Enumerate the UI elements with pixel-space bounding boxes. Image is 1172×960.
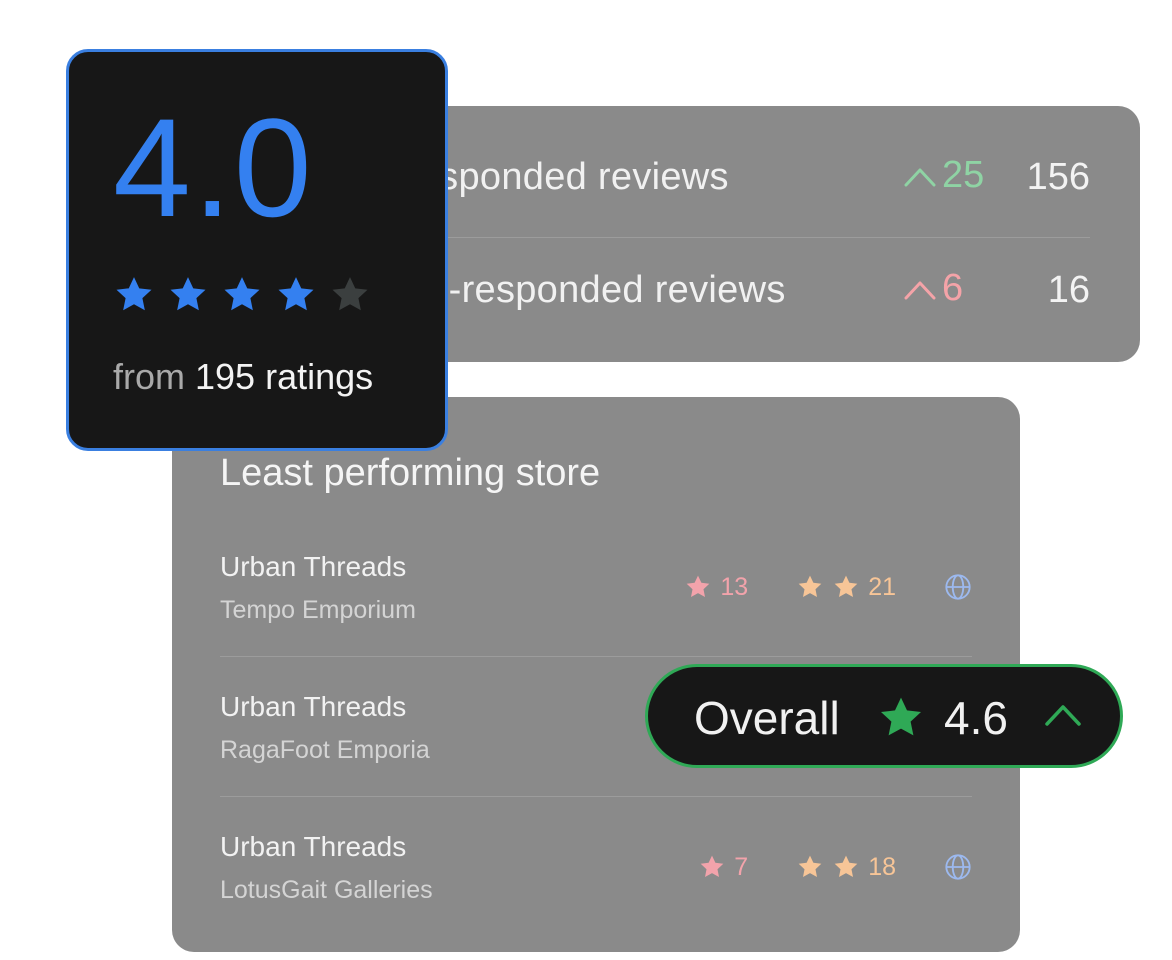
store-location: LotusGait Galleries	[220, 876, 433, 904]
review-label: Non-responded reviews	[400, 269, 786, 311]
two-star-value: 18	[868, 852, 896, 881]
chevron-up-icon	[904, 281, 936, 299]
one-star-value: 13	[720, 572, 749, 601]
review-delta-value: 25	[942, 154, 985, 196]
chevron-up-icon	[904, 168, 936, 186]
star-icon	[700, 855, 724, 878]
review-row-non-responded[interactable]: Non-responded reviews 6 16	[400, 233, 1090, 349]
panel-title: Least performing store	[220, 452, 601, 494]
two-star-count: 21	[796, 573, 896, 602]
overall-rating-pill[interactable]: Overall 4.6	[645, 664, 1123, 768]
star-icon	[798, 855, 822, 878]
reviews-summary-panel: Responded reviews 25 156 Non-responded r…	[400, 106, 1140, 362]
star-icon	[798, 575, 822, 598]
star-icon	[834, 855, 858, 878]
two-star-value: 21	[868, 572, 896, 601]
store-name: Urban Threads	[220, 691, 407, 722]
store-name: Urban Threads	[220, 551, 407, 582]
rating-stars	[113, 274, 371, 316]
ratings-count-value: 195 ratings	[195, 356, 374, 397]
review-label: Responded reviews	[400, 156, 729, 198]
average-rating-card: 4.0 from 195 ratings	[66, 49, 448, 451]
overall-value: 4.6	[944, 692, 1008, 744]
one-star-count: 7	[698, 853, 748, 882]
review-row-responded[interactable]: Responded reviews 25 156	[400, 120, 1090, 238]
chevron-up-icon	[1045, 705, 1081, 726]
globe-icon[interactable]	[944, 573, 972, 601]
two-star-count: 18	[796, 853, 896, 882]
review-total: 156	[1026, 156, 1090, 198]
review-delta-value: 6	[942, 267, 964, 309]
ratings-prefix: from	[113, 356, 185, 397]
star-icon	[278, 277, 314, 311]
review-delta: 6	[904, 267, 963, 310]
one-star-value: 7	[734, 852, 749, 881]
overall-label: Overall	[694, 692, 840, 744]
store-location: Tempo Emporium	[220, 596, 416, 624]
average-rating-value: 4.0	[113, 89, 314, 246]
globe-icon[interactable]	[944, 853, 972, 881]
reviews-dashboard: Responded reviews 25 156 Non-responded r…	[0, 0, 1172, 960]
star-icon	[687, 575, 710, 598]
one-star-count: 13	[684, 573, 748, 602]
review-delta: 25	[904, 154, 984, 197]
store-metrics: 7 18	[698, 849, 972, 885]
store-row[interactable]: Urban Threads Tempo Emporium 13 21	[220, 517, 972, 657]
store-metrics: 13 21	[684, 569, 972, 605]
review-total: 16	[1047, 269, 1090, 311]
star-empty-icon	[332, 277, 368, 311]
store-name: Urban Threads	[220, 831, 407, 862]
star-icon	[116, 277, 152, 311]
star-icon	[834, 575, 858, 598]
store-location: RagaFoot Emporia	[220, 736, 430, 764]
store-row[interactable]: Urban Threads LotusGait Galleries 7 18	[220, 797, 972, 937]
star-icon	[170, 277, 206, 311]
ratings-count: from 195 ratings	[113, 356, 373, 398]
star-icon	[224, 277, 260, 311]
star-icon	[881, 697, 921, 736]
